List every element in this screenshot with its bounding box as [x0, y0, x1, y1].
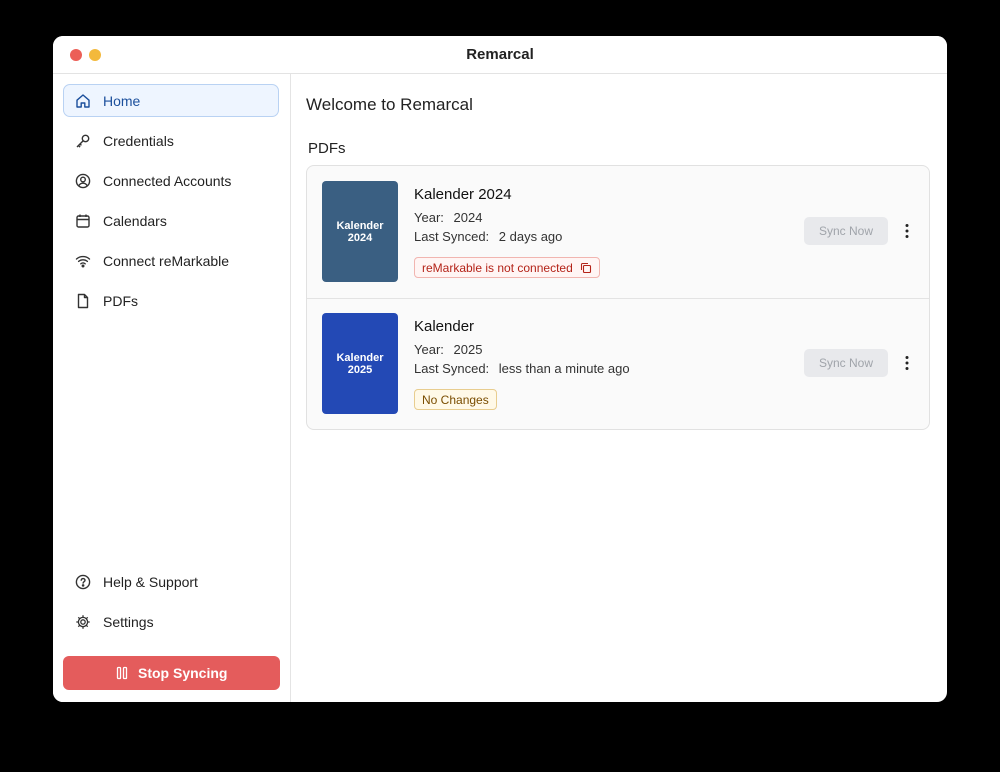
sidebar-item-settings[interactable]: Settings	[63, 605, 279, 638]
pause-icon	[116, 666, 128, 680]
window-title: Remarcal	[466, 46, 534, 63]
calendar-icon	[76, 214, 90, 228]
pdf-cover-thumbnail: Kalender 2024	[322, 181, 398, 282]
last-synced-value: less than a minute ago	[498, 361, 630, 376]
sidebar-item-label: PDFs	[103, 293, 138, 309]
gear-icon	[76, 615, 90, 629]
sidebar-item-connect-remarkable[interactable]: Connect reMarkable	[63, 244, 279, 277]
pdf-year: Year: 2025	[414, 342, 482, 357]
title-bar: Remarcal	[53, 36, 947, 74]
stop-syncing-button[interactable]: Stop Syncing	[63, 656, 280, 690]
key-icon	[76, 134, 90, 148]
main-content: Welcome to Remarcal PDFs Kalender 2024 K…	[291, 74, 947, 702]
sidebar-item-label: Home	[103, 93, 141, 109]
sync-now-button[interactable]: Sync Now	[804, 349, 888, 377]
page-title: Welcome to Remarcal	[306, 95, 473, 114]
sidebar-item-credentials[interactable]: Credentials	[63, 124, 279, 157]
sidebar-item-help-support[interactable]: Help & Support	[63, 565, 279, 598]
sync-now-button[interactable]: Sync Now	[804, 217, 888, 245]
status-badge: No Changes	[414, 389, 497, 410]
more-options-icon[interactable]	[900, 223, 914, 239]
pdf-name: Kalender	[414, 318, 475, 335]
pdf-year: Year: 2024	[414, 210, 482, 225]
sidebar-item-label: Help & Support	[103, 574, 198, 590]
app-window: Remarcal Home Credentials Connected Acco…	[53, 36, 947, 702]
status-badge: reMarkable is not connected	[414, 257, 600, 278]
cover-title: Kalender	[336, 351, 384, 364]
sidebar-item-connected-accounts[interactable]: Connected Accounts	[63, 164, 279, 197]
cover-title: Kalender	[336, 219, 384, 232]
pdf-list: Kalender 2024 Kalender 2024 Year: 2024 L…	[306, 165, 930, 430]
last-synced-value: 2 days ago	[498, 229, 563, 244]
help-circle-icon	[75, 574, 91, 590]
cover-year: 2025	[347, 363, 373, 376]
last-synced-label: Last Synced:	[414, 361, 490, 376]
status-text: reMarkable is not connected	[422, 260, 573, 275]
sidebar-item-label: Connected Accounts	[103, 173, 232, 189]
year-label: Year:	[414, 210, 444, 225]
pdf-name: Kalender 2024	[414, 186, 512, 203]
wifi-icon	[75, 255, 91, 268]
year-label: Year:	[414, 342, 444, 357]
sidebar-item-pdfs[interactable]: PDFs	[63, 284, 279, 317]
pdf-row: Kalender 2024 Kalender 2024 Year: 2024 L…	[307, 166, 929, 299]
stop-syncing-label: Stop Syncing	[138, 665, 228, 681]
sidebar-item-label: Calendars	[103, 213, 167, 229]
last-synced-label: Last Synced:	[414, 229, 490, 244]
sidebar-item-label: Connect reMarkable	[103, 253, 230, 269]
user-circle-icon	[75, 173, 91, 189]
status-text: No Changes	[422, 392, 489, 407]
pdf-last-synced: Last Synced: 2 days ago	[414, 229, 562, 244]
sidebar-item-home[interactable]: Home	[63, 84, 279, 117]
more-options-icon[interactable]	[900, 355, 914, 371]
year-value: 2024	[453, 210, 483, 225]
home-icon	[76, 94, 90, 108]
year-value: 2025	[453, 342, 483, 357]
sidebar: Home Credentials Connected Accounts Cale…	[53, 74, 291, 702]
pdf-row: Kalender 2025 Kalender Year: 2025 Last S…	[307, 298, 929, 429]
pdf-cover-thumbnail: Kalender 2025	[322, 313, 398, 414]
copy-icon[interactable]	[580, 262, 592, 274]
section-title: PDFs	[308, 140, 346, 157]
pdf-last-synced: Last Synced: less than a minute ago	[414, 361, 630, 376]
sidebar-item-calendars[interactable]: Calendars	[63, 204, 279, 237]
sidebar-item-label: Credentials	[103, 133, 174, 149]
cover-year: 2024	[347, 231, 373, 244]
sidebar-item-label: Settings	[103, 614, 154, 630]
file-icon	[77, 293, 89, 309]
